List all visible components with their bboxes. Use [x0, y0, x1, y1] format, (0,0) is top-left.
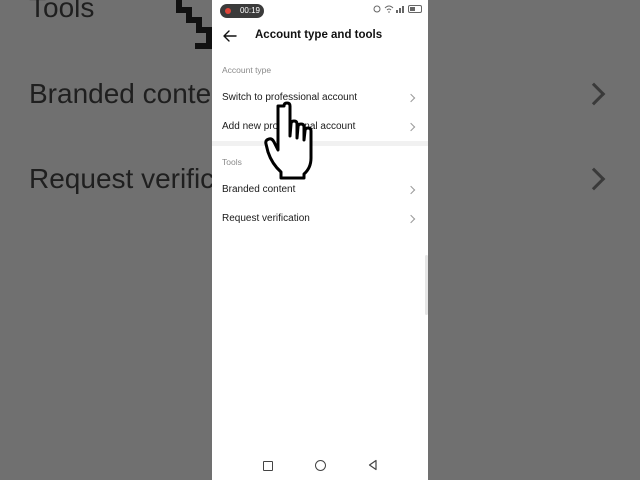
background-right-panel [428, 0, 640, 480]
recording-time: 00:19 [239, 6, 260, 15]
home-button[interactable] [315, 460, 326, 471]
section-divider [212, 141, 428, 146]
list-item-label: Switch to professional account [222, 92, 358, 103]
phone-screen: 00:19 Account type and tools Account typ… [212, 0, 428, 480]
branded-content-item[interactable]: Branded content [212, 177, 428, 203]
chevron-right-icon [406, 214, 416, 224]
chevron-right-icon [406, 93, 416, 103]
section-label-tools: Tools [222, 157, 242, 167]
list-item-label: Request verification [222, 213, 310, 224]
request-verification-item[interactable]: Request verification [212, 206, 428, 232]
alarm-icon [373, 5, 381, 13]
background-branded-content: Branded conte [29, 78, 212, 109]
chevron-right-icon [406, 122, 416, 132]
background-request-verification: Request verific [29, 163, 212, 194]
list-item-label: Branded content [222, 184, 296, 195]
chevron-right-icon [406, 185, 416, 195]
status-bar: 00:19 [212, 0, 428, 22]
background-tools-heading: Tools [29, 0, 95, 23]
page-title: Account type and tools [255, 29, 383, 41]
background-chevron-icon [582, 167, 606, 191]
screen-recording-indicator: 00:19 [220, 4, 264, 18]
status-icons [372, 5, 422, 13]
back-button[interactable] [220, 26, 240, 46]
recent-apps-button[interactable] [263, 461, 273, 471]
list-item-label: Add new professional account [222, 121, 356, 132]
background-left-panel: Tools Branded conte Request verific [0, 0, 212, 480]
edge-panel-handle[interactable] [425, 255, 428, 315]
wifi-icon [384, 5, 394, 13]
switch-to-professional-account-item[interactable]: Switch to professional account [212, 85, 428, 111]
back-arrow-icon [223, 30, 237, 42]
section-label-account-type: Account type [222, 65, 272, 75]
top-app-bar: Account type and tools [212, 22, 428, 50]
battery-icon [408, 5, 422, 13]
system-navigation-bar [212, 452, 428, 480]
add-new-professional-account-item[interactable]: Add new professional account [212, 114, 428, 140]
system-back-button[interactable] [367, 459, 379, 471]
recording-dot-icon [225, 8, 231, 14]
background-cursor-fragment-icon [176, 0, 212, 49]
background-chevron-icon [582, 82, 606, 106]
signal-icon [396, 6, 404, 13]
